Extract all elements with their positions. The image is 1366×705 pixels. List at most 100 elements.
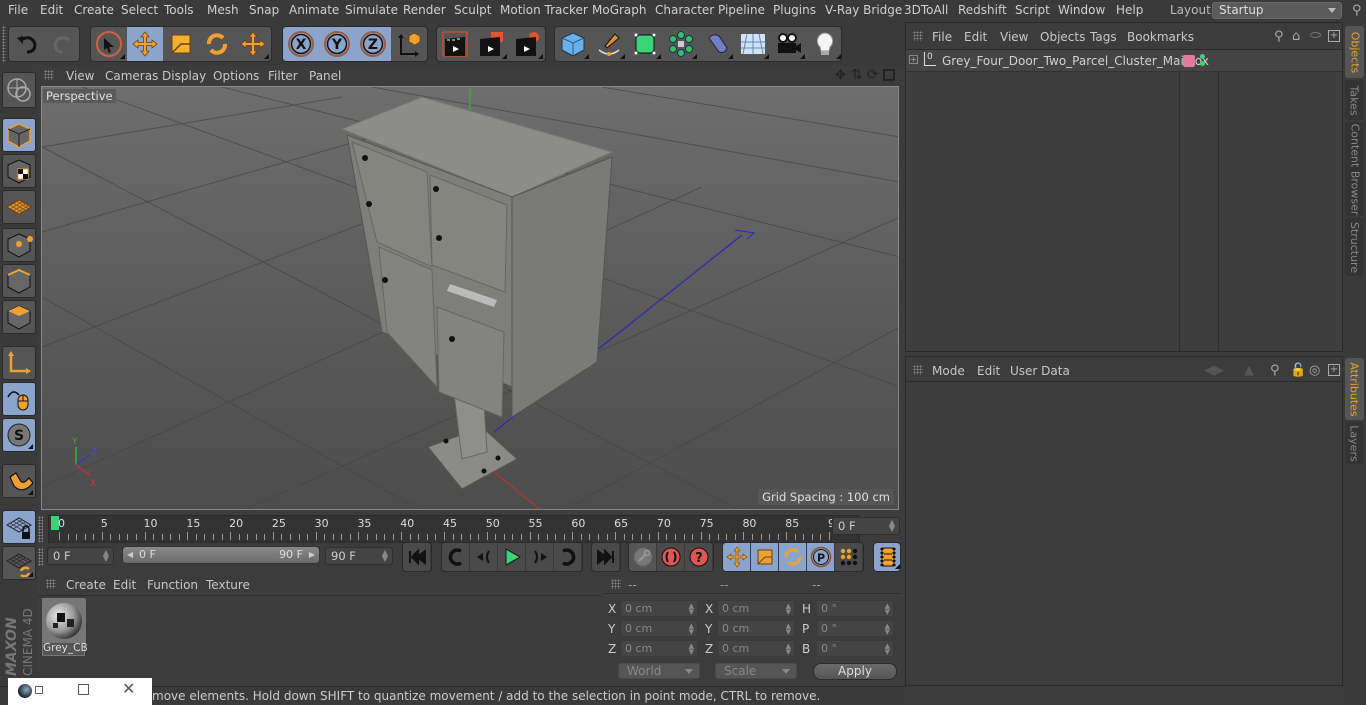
- menu-3dtoall[interactable]: 3DToAll: [904, 3, 948, 17]
- key-position-button[interactable]: [723, 543, 751, 571]
- rotate-tool-button[interactable]: [199, 27, 235, 61]
- snap-button[interactable]: [2, 464, 36, 498]
- menu-file[interactable]: File: [8, 3, 28, 17]
- timeline-button[interactable]: [874, 543, 900, 571]
- spinner-icon[interactable]: ▲ ▼: [885, 643, 890, 656]
- x-axis-button[interactable]: X: [283, 27, 319, 61]
- spinner-icon[interactable]: ▲ ▼: [689, 603, 694, 616]
- play-button[interactable]: [498, 543, 526, 571]
- layout-select[interactable]: Startup: [1212, 2, 1342, 19]
- solo-button[interactable]: S: [2, 418, 36, 452]
- render-picture-viewer-button[interactable]: [473, 27, 509, 61]
- mailbox-model[interactable]: [340, 96, 614, 490]
- viewport-menu-filter[interactable]: Filter: [268, 69, 298, 83]
- object-menu-tags[interactable]: Tags: [1090, 30, 1117, 44]
- rot-h-field[interactable]: 0 ° ▲ ▼: [816, 600, 894, 617]
- search-icon[interactable]: ⚲: [1352, 3, 1362, 18]
- spinner-icon[interactable]: ▲ ▼: [889, 519, 895, 533]
- frame-range-slider[interactable]: ◀ 0 F 90 F ▶: [122, 546, 320, 564]
- record-objects-button[interactable]: [629, 543, 657, 571]
- visibility-icon[interactable]: [1310, 32, 1321, 38]
- material-menu-texture[interactable]: Texture: [206, 578, 250, 592]
- menu-select[interactable]: Select: [121, 3, 158, 17]
- tab-takes[interactable]: Takes: [1345, 80, 1364, 120]
- undo-button[interactable]: [9, 27, 45, 61]
- next-key-button[interactable]: [554, 543, 582, 571]
- next-frame-button[interactable]: [526, 543, 554, 571]
- timeline-ruler[interactable]: 051015202530354045505560657075808590: [48, 515, 860, 543]
- y-axis-button[interactable]: Y: [319, 27, 355, 61]
- coordinate-mode-select[interactable]: World: [618, 663, 700, 679]
- tab-content-browser[interactable]: Content Browser: [1345, 122, 1364, 216]
- menu-mograph[interactable]: MoGraph: [592, 3, 647, 17]
- attribute-menu-mode[interactable]: Mode: [932, 364, 965, 378]
- search-icon[interactable]: ⚲: [1274, 29, 1284, 44]
- workplane-lock-button[interactable]: [2, 510, 36, 544]
- prev-key-button[interactable]: [442, 543, 470, 571]
- current-frame-field[interactable]: 0 F ▲ ▼: [832, 517, 900, 535]
- render-settings-button[interactable]: [509, 27, 545, 61]
- menu-create[interactable]: Create: [74, 3, 114, 17]
- lock-icon[interactable]: 🔓: [1290, 363, 1306, 378]
- menu-render[interactable]: Render: [403, 3, 446, 17]
- range-right-arrow-icon[interactable]: ▶: [309, 547, 315, 563]
- viewport-menu-options[interactable]: Options: [213, 69, 259, 83]
- prev-frame-button[interactable]: [470, 543, 498, 571]
- move-tool-button[interactable]: [127, 27, 163, 61]
- size-y-field[interactable]: 0 cm ▲ ▼: [717, 620, 795, 637]
- spinner-icon[interactable]: ▲ ▼: [103, 549, 109, 563]
- pos-x-field[interactable]: 0 cm ▲ ▼: [620, 600, 698, 617]
- new-panel-icon[interactable]: +: [1328, 30, 1340, 42]
- timeline-grip-2[interactable]: [38, 548, 43, 566]
- range-left-arrow-icon[interactable]: ◀: [127, 547, 133, 563]
- spinner-icon[interactable]: ▲ ▼: [885, 623, 890, 636]
- axis-mode-button[interactable]: [2, 346, 36, 380]
- workplane-align-button[interactable]: [2, 546, 36, 580]
- texture-mode-button[interactable]: [2, 154, 36, 188]
- redo-button[interactable]: [45, 27, 79, 61]
- spinner-icon[interactable]: ▲ ▼: [382, 549, 388, 563]
- search-icon[interactable]: ⚲: [1270, 363, 1280, 378]
- layer-color-swatch[interactable]: [1183, 55, 1195, 67]
- menu-help[interactable]: Help: [1116, 3, 1143, 17]
- object-name[interactable]: Grey_Four_Door_Two_Parcel_Cluster_Mailbo…: [942, 54, 1209, 68]
- goto-end-button[interactable]: [592, 543, 620, 571]
- up-arrow-icon[interactable]: ▲: [1244, 363, 1254, 378]
- material-menu-function[interactable]: Function: [147, 578, 198, 592]
- menu-vray-bridge[interactable]: V-Ray Bridge: [825, 3, 902, 17]
- rotate-view-icon[interactable]: ⟳: [867, 67, 879, 83]
- target-icon[interactable]: ◎: [1309, 363, 1320, 378]
- cube-button[interactable]: [555, 27, 591, 61]
- render-visibility-dot[interactable]: [1200, 61, 1205, 66]
- spinner-icon[interactable]: ▲ ▼: [885, 603, 890, 616]
- editor-visibility-dot[interactable]: [1200, 54, 1205, 59]
- render-view-button[interactable]: [437, 27, 473, 61]
- start-frame-field[interactable]: 0 F ▲ ▼: [47, 547, 114, 565]
- tab-structure[interactable]: Structure: [1345, 218, 1364, 276]
- cloner-button[interactable]: [663, 27, 699, 61]
- menu-script[interactable]: Script: [1015, 3, 1050, 17]
- menu-pipeline[interactable]: Pipeline: [718, 3, 765, 17]
- spinner-icon[interactable]: ▲ ▼: [689, 643, 694, 656]
- new-panel-icon[interactable]: +: [1328, 364, 1340, 376]
- panel-grip[interactable]: [913, 31, 923, 41]
- spinner-icon[interactable]: ▲ ▼: [786, 603, 791, 616]
- object-menu-objects[interactable]: Objects: [1040, 30, 1085, 44]
- material-swatch[interactable]: Grey_CB: [42, 598, 88, 656]
- viewport-menu-panel[interactable]: Panel: [309, 69, 341, 83]
- menu-tools[interactable]: Tools: [164, 3, 194, 17]
- coordinate-system-button[interactable]: [391, 27, 427, 61]
- 3d-viewport[interactable]: Y Z X Perspective Grid Spacing : 100 cm: [41, 86, 899, 510]
- viewport-menu-cameras[interactable]: Cameras: [105, 69, 158, 83]
- spinner-icon[interactable]: ▲ ▼: [786, 623, 791, 636]
- polygons-mode-button[interactable]: [2, 300, 36, 334]
- key-pla-button[interactable]: [835, 543, 863, 571]
- menu-mesh[interactable]: Mesh: [207, 3, 239, 17]
- panel-grip[interactable]: [44, 70, 54, 80]
- viewport-menu-view[interactable]: View: [66, 69, 94, 83]
- spinner-icon[interactable]: ▲ ▼: [786, 643, 791, 656]
- goto-start-button[interactable]: [403, 543, 431, 571]
- attribute-menu-user-data[interactable]: User Data: [1010, 364, 1070, 378]
- points-mode-button[interactable]: [2, 228, 36, 262]
- edges-mode-button[interactable]: [2, 264, 36, 298]
